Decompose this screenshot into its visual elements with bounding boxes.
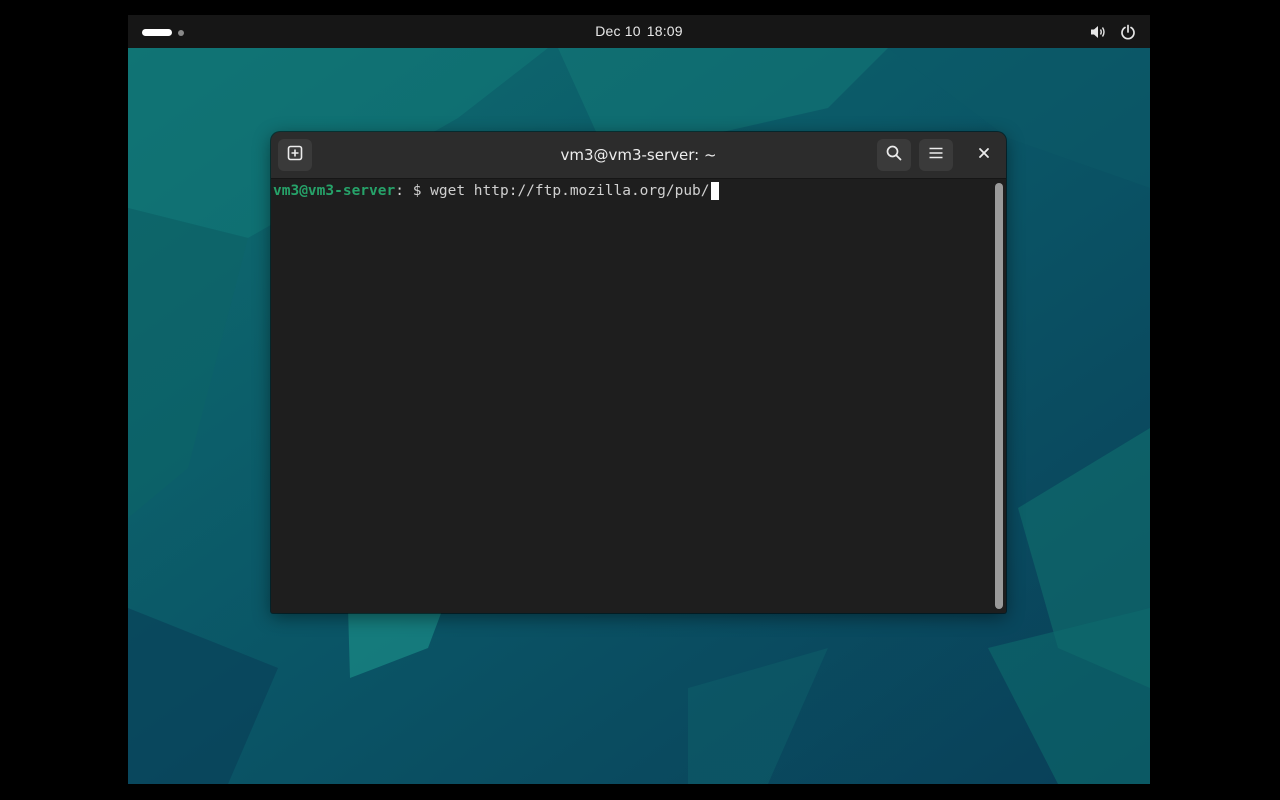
terminal-window[interactable]: vm3@vm3-server: ~ vm3@vm3-server: $ wge… xyxy=(271,132,1006,613)
system-tray[interactable] xyxy=(1090,22,1136,42)
command-text: wget http://ftp.mozilla.org/pub/ xyxy=(430,183,710,199)
text-cursor xyxy=(710,182,719,200)
desktop-screen: Dec 10 18:09 vm3@vm3-server: ~ vm3@vm3-s… xyxy=(128,15,1150,784)
prompt-symbol: $ xyxy=(412,183,431,199)
clock[interactable]: Dec 10 18:09 xyxy=(128,23,1150,39)
close-button[interactable] xyxy=(968,139,1000,171)
terminal-content[interactable]: vm3@vm3-server: $ wget http://ftp.mozill… xyxy=(271,179,1006,613)
clock-time: 18:09 xyxy=(646,23,683,39)
clock-date: Dec 10 xyxy=(595,23,641,39)
prompt-user-host: vm3@vm3-server xyxy=(273,183,396,199)
menu-icon xyxy=(928,145,944,166)
power-icon[interactable] xyxy=(1120,24,1136,40)
search-icon xyxy=(886,145,902,166)
prompt-path: : xyxy=(395,183,413,199)
search-button[interactable] xyxy=(877,139,911,171)
close-icon xyxy=(978,146,990,164)
terminal-headerbar[interactable]: vm3@vm3-server: ~ xyxy=(271,132,1006,179)
volume-icon[interactable] xyxy=(1090,24,1106,40)
terminal-line: vm3@vm3-server: $ wget http://ftp.mozill… xyxy=(273,182,719,200)
top-bar: Dec 10 18:09 xyxy=(128,15,1150,48)
menu-button[interactable] xyxy=(919,139,953,171)
terminal-scrollbar[interactable] xyxy=(995,183,1003,609)
